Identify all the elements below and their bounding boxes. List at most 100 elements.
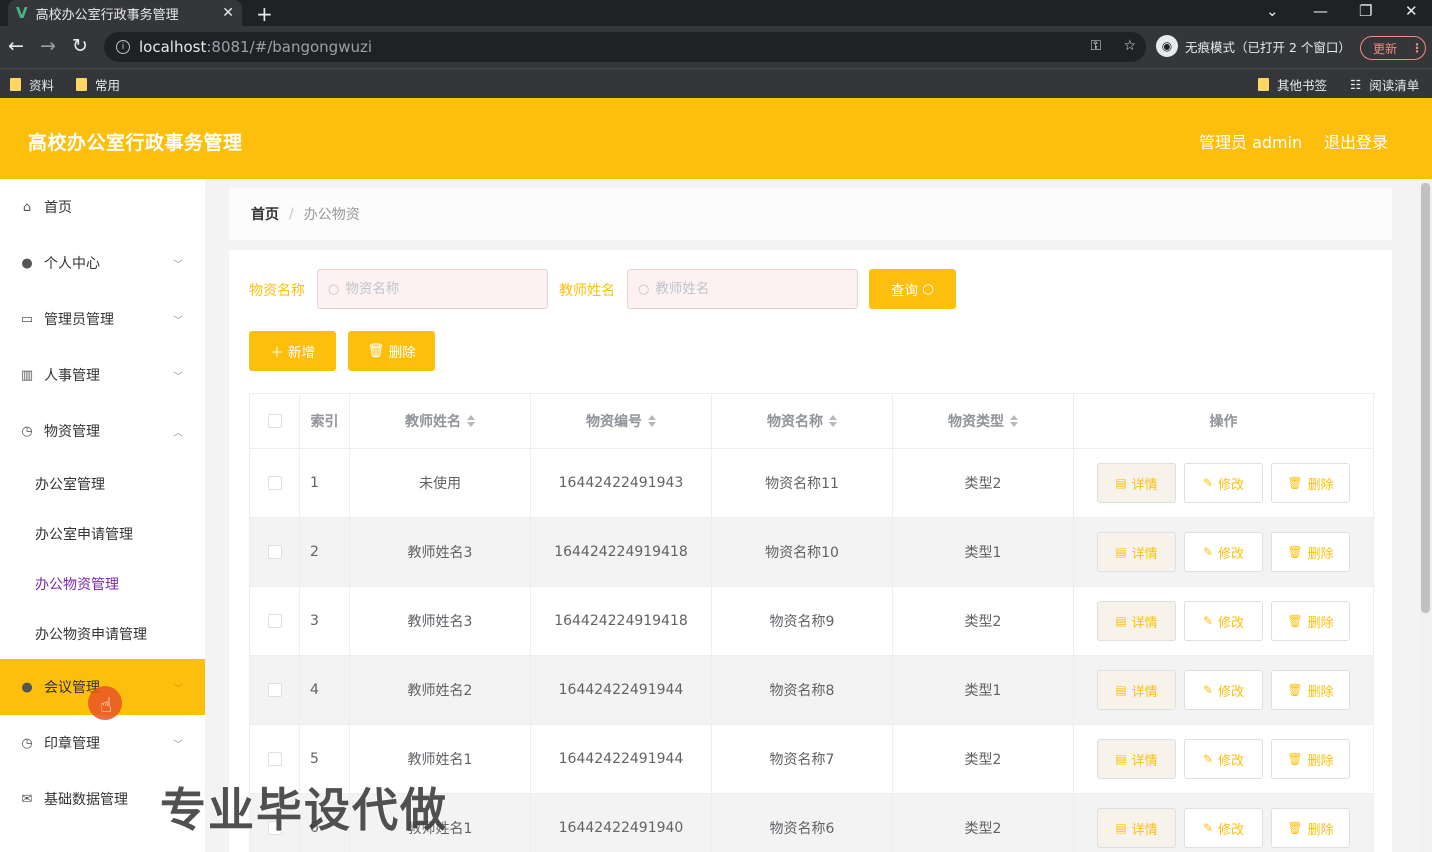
sidebar-item-admin[interactable]: ▭ 管理员管理 ﹀: [0, 291, 205, 347]
incognito-indicator[interactable]: ◉ 无痕模式（已打开 2 个窗口）: [1156, 35, 1351, 57]
row-checkbox[interactable]: [267, 476, 282, 490]
cell-name: 物资名称7: [712, 725, 893, 793]
back-icon[interactable]: ←: [8, 35, 24, 57]
restore-icon[interactable]: ❐: [1359, 2, 1372, 20]
cell-type: 类型2: [893, 587, 1074, 655]
other-bookmarks[interactable]: 其他书签: [1258, 75, 1327, 94]
bookmark-folder-1[interactable]: 资料: [10, 75, 54, 94]
forward-icon[interactable]: →: [40, 35, 56, 57]
cell-code: 16442422491943: [531, 449, 712, 517]
minimize-icon[interactable]: —: [1313, 2, 1328, 20]
name-search-box[interactable]: ○: [317, 269, 548, 309]
detail-button[interactable]: ▤ 详情: [1097, 808, 1176, 848]
batch-delete-button[interactable]: 🗑 删除: [348, 331, 435, 371]
update-button[interactable]: 更新 ⋮: [1360, 36, 1426, 60]
chevron-down-icon: ﹀: [173, 259, 183, 271]
logout-link[interactable]: 退出登录: [1324, 129, 1388, 153]
teacher-search-box[interactable]: ○: [627, 269, 858, 309]
sidebar-item-materials[interactable]: ◷ 物资管理 ︿: [0, 403, 205, 459]
more-vert-icon: ⋮: [1411, 41, 1424, 55]
detail-button[interactable]: ▤ 详情: [1097, 670, 1176, 710]
sidebar-item-hr[interactable]: ▥ 人事管理 ﹀: [0, 347, 205, 403]
delete-button[interactable]: 🗑 删除: [1271, 532, 1350, 572]
add-button[interactable]: ＋ 新增: [249, 331, 336, 371]
column-header-name[interactable]: 物资名称: [712, 394, 893, 448]
app-header: 高校办公室行政事务管理 管理员 admin 退出登录: [0, 98, 1432, 179]
url-input[interactable]: i localhost:8081/#/bangongwuzi ⚿ ☆: [104, 32, 1146, 62]
query-button[interactable]: 查询 ○: [869, 269, 956, 309]
cell-actions: ▤ 详情 ✎ 修改 🗑 删除: [1074, 449, 1374, 517]
cell-index: 4: [300, 656, 350, 724]
column-header-type[interactable]: 物资类型: [893, 394, 1074, 448]
sidebar-item-home[interactable]: ⌂ 首页: [0, 179, 205, 235]
sidebar-item-seals[interactable]: ◷ 印章管理 ﹀: [0, 715, 205, 771]
column-header-actions: 操作: [1074, 394, 1374, 448]
sort-icon[interactable]: [467, 414, 475, 428]
sort-icon[interactable]: [829, 414, 837, 428]
detail-button[interactable]: ▤ 详情: [1097, 463, 1176, 503]
delete-button[interactable]: 🗑 删除: [1271, 601, 1350, 641]
new-tab-icon[interactable]: +: [256, 2, 273, 26]
chevron-down-icon: ﹀: [173, 315, 183, 327]
document-icon: ▤: [1115, 752, 1127, 766]
edit-button[interactable]: ✎ 修改: [1184, 532, 1263, 572]
detail-button[interactable]: ▤ 详情: [1097, 739, 1176, 779]
teacher-search-input[interactable]: [655, 281, 846, 297]
key-icon[interactable]: ⚿: [1091, 38, 1102, 54]
sort-icon[interactable]: [1010, 414, 1018, 428]
page-scrollbar[interactable]: [1419, 179, 1432, 852]
edit-button[interactable]: ✎ 修改: [1184, 670, 1263, 710]
edit-button[interactable]: ✎ 修改: [1184, 601, 1263, 641]
column-header-code[interactable]: 物资编号: [531, 394, 712, 448]
row-checkbox[interactable]: [267, 683, 282, 697]
table-row: 3 教师姓名3 164424224919418 物资名称9 类型2 ▤ 详情 ✎ 修…: [250, 587, 1374, 656]
close-tab-icon[interactable]: ✕: [222, 5, 234, 21]
sidebar-sub-office-apply[interactable]: 办公室申请管理: [0, 509, 205, 559]
delete-button[interactable]: 🗑 删除: [1271, 670, 1350, 710]
row-checkbox[interactable]: [267, 614, 282, 628]
scrollbar-thumb[interactable]: [1421, 183, 1430, 613]
delete-button[interactable]: 🗑 删除: [1271, 739, 1350, 779]
browser-tab[interactable]: V 高校办公室行政事务管理 ✕: [8, 0, 242, 26]
sidebar-sub-office-supplies[interactable]: 办公物资管理: [0, 559, 205, 609]
delete-button[interactable]: 🗑 删除: [1271, 463, 1350, 503]
cell-type: 类型2: [893, 449, 1074, 517]
cell-name: 物资名称11: [712, 449, 893, 517]
cell-code: 16442422491940: [531, 794, 712, 852]
cell-type: 类型1: [893, 656, 1074, 724]
delete-button[interactable]: 🗑 删除: [1271, 808, 1350, 848]
site-info-icon[interactable]: i: [116, 40, 130, 54]
cell-actions: ▤ 详情 ✎ 修改 🗑 删除: [1074, 587, 1374, 655]
edit-button[interactable]: ✎ 修改: [1184, 739, 1263, 779]
admin-label: 管理员 admin: [1199, 133, 1303, 152]
edit-button[interactable]: ✎ 修改: [1184, 463, 1263, 503]
compass-icon: ◷: [21, 735, 33, 751]
edit-button[interactable]: ✎ 修改: [1184, 808, 1263, 848]
row-checkbox[interactable]: [267, 545, 282, 559]
name-search-input[interactable]: [345, 281, 536, 297]
folder-icon: [76, 78, 87, 91]
reading-list[interactable]: ☷ 阅读清单: [1350, 75, 1419, 94]
bookmark-star-icon[interactable]: ☆: [1123, 38, 1136, 54]
search-icon: ○: [922, 281, 935, 297]
reload-icon[interactable]: ↻: [72, 35, 88, 57]
sort-icon[interactable]: [648, 414, 656, 428]
sidebar-sub-office[interactable]: 办公室管理: [0, 459, 205, 509]
detail-button[interactable]: ▤ 详情: [1097, 601, 1176, 641]
edit-icon: ✎: [1202, 614, 1214, 628]
breadcrumb: 首页 / 办公物资: [229, 188, 1392, 240]
vue-logo-icon: V: [16, 4, 28, 22]
column-header-teacher[interactable]: 教师姓名: [350, 394, 531, 448]
close-window-icon[interactable]: ✕: [1405, 2, 1418, 20]
tab-search-icon[interactable]: ⌄: [1266, 2, 1279, 20]
sidebar-item-profile[interactable]: ● 个人中心 ﹀: [0, 235, 205, 291]
sidebar-sub-supplies-apply[interactable]: 办公物资申请管理: [0, 609, 205, 659]
breadcrumb-home[interactable]: 首页: [251, 204, 279, 224]
bookmark-folder-2[interactable]: 常用: [76, 75, 120, 94]
select-all-checkbox[interactable]: [267, 414, 282, 428]
cell-name: 物资名称8: [712, 656, 893, 724]
document-icon: ▤: [1115, 821, 1127, 835]
cell-code: 16442422491944: [531, 656, 712, 724]
detail-button[interactable]: ▤ 详情: [1097, 532, 1176, 572]
row-checkbox[interactable]: [267, 752, 282, 766]
